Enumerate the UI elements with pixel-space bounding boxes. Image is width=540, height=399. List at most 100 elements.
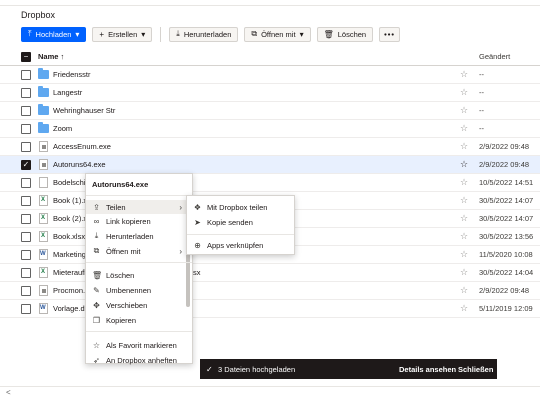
row-checkbox[interactable] bbox=[21, 177, 31, 188]
file-date: 30/5/2022 13:56 bbox=[479, 232, 534, 241]
file-icon bbox=[39, 177, 48, 188]
apps-icon: ⊕ bbox=[194, 240, 201, 250]
column-header-name[interactable]: Name ↑ bbox=[38, 52, 64, 61]
bottom-strip: < bbox=[0, 386, 540, 399]
file-date: 30/5/2022 14:07 bbox=[479, 196, 534, 205]
star-icon[interactable]: ☆ bbox=[460, 231, 468, 242]
star-icon[interactable]: ☆ bbox=[460, 159, 468, 170]
star-icon[interactable]: ☆ bbox=[460, 249, 468, 260]
file-name[interactable]: AccessEnum.exe bbox=[53, 142, 111, 151]
create-button[interactable]: + Erstellen ▾ bbox=[92, 26, 153, 42]
upload-icon: ⤒ bbox=[28, 29, 32, 38]
file-date: 2/9/2022 09:48 bbox=[479, 142, 530, 151]
file-name[interactable]: Friedensstr bbox=[53, 70, 91, 79]
star-icon[interactable]: ☆ bbox=[460, 177, 468, 188]
submenu-item-dropbox[interactable]: ❖ Mit Dropbox teilen bbox=[187, 200, 294, 214]
share-icon: ⇪ bbox=[93, 202, 100, 212]
row-checkbox[interactable] bbox=[21, 123, 31, 134]
file-name[interactable]: Autoruns64.exe bbox=[53, 160, 106, 169]
download-button[interactable]: ⤓ Herunterladen bbox=[169, 26, 239, 42]
delete-button[interactable]: 🗑 Löschen bbox=[316, 26, 374, 42]
row-checkbox[interactable] bbox=[21, 231, 31, 242]
table-row[interactable]: Bodelschi ☆ 10/5/2022 14:51 bbox=[0, 174, 540, 192]
row-checkbox[interactable] bbox=[21, 195, 31, 206]
star-icon[interactable]: ☆ bbox=[460, 105, 468, 116]
table-row[interactable]: Langestr ☆ -- bbox=[0, 84, 540, 102]
star-icon[interactable]: ☆ bbox=[460, 267, 468, 278]
column-header-changed[interactable]: Geändert bbox=[479, 52, 510, 61]
file-name[interactable]: Vorlage.do bbox=[53, 304, 89, 313]
file-name[interactable]: Zoom bbox=[53, 124, 72, 133]
upload-button[interactable]: ⤒ Hochladen ▾ bbox=[21, 26, 87, 42]
table-row[interactable]: ✓ Autoruns64.exe ☆ 2/9/2022 09:48 bbox=[0, 156, 540, 174]
trash-icon: 🗑 bbox=[92, 270, 103, 280]
select-all-checkbox[interactable]: − bbox=[21, 51, 31, 62]
more-actions-button[interactable]: ••• bbox=[379, 26, 400, 42]
file-name[interactable]: Marketing bbox=[53, 250, 86, 259]
row-checkbox[interactable] bbox=[21, 87, 31, 98]
folder-icon bbox=[38, 86, 49, 97]
open-external-icon: ⧉ bbox=[251, 29, 258, 38]
star-icon[interactable]: ☆ bbox=[460, 69, 468, 80]
file-name[interactable]: Langestr bbox=[53, 88, 82, 97]
close-toast-button[interactable]: Schließen bbox=[458, 365, 493, 374]
row-checkbox[interactable] bbox=[21, 303, 31, 314]
star-icon[interactable]: ☆ bbox=[460, 213, 468, 224]
row-checkbox[interactable] bbox=[21, 213, 31, 224]
table-row[interactable]: Procmon.e ☆ 2/9/2022 09:48 bbox=[0, 282, 540, 300]
menu-item-star[interactable]: ☆ Als Favorit markieren bbox=[86, 338, 186, 352]
file-date: 5/11/2019 12:09 bbox=[479, 304, 533, 313]
dropbox-icon: ❖ bbox=[193, 202, 202, 212]
row-checkbox[interactable] bbox=[21, 69, 31, 80]
pin-icon: ➶ bbox=[93, 355, 100, 365]
row-checkbox[interactable] bbox=[21, 285, 31, 296]
row-checkbox[interactable] bbox=[21, 267, 31, 278]
submenu-item-send[interactable]: ➤ Kopie senden bbox=[187, 215, 294, 229]
file-name[interactable]: Procmon.e bbox=[53, 286, 89, 295]
menu-item-rename[interactable]: ✎ Umbenennen bbox=[86, 283, 186, 297]
table-row[interactable]: Mieteraufl sx ☆ 30/5/2022 14:04 bbox=[0, 264, 540, 282]
star-icon[interactable]: ☆ bbox=[460, 285, 468, 296]
menu-item-share[interactable]: ⇪ Teilen › bbox=[86, 200, 186, 214]
check-icon: ✓ bbox=[206, 364, 213, 374]
star-icon[interactable]: ☆ bbox=[460, 141, 468, 152]
trash-icon: 🗑 bbox=[323, 29, 334, 39]
toast-message: 3 Dateien hochgeladen bbox=[218, 364, 296, 374]
copy-icon: ❐ bbox=[92, 315, 101, 325]
row-checkbox[interactable]: ✓ bbox=[21, 159, 31, 170]
menu-item-download[interactable]: ⤓ Herunterladen bbox=[86, 229, 186, 243]
menu-item-move[interactable]: ✥ Verschieben bbox=[86, 298, 186, 312]
submenu-item-apps[interactable]: ⊕ Apps verknüpfen bbox=[187, 238, 294, 252]
file-name[interactable]: Wehringhauser Str bbox=[53, 106, 115, 115]
file-name[interactable]: Book.xlsx bbox=[53, 232, 85, 241]
menu-item-label: Herunterladen bbox=[106, 231, 154, 241]
download-label: Herunterladen bbox=[183, 29, 232, 39]
menu-item-copy[interactable]: ❐ Kopieren bbox=[86, 313, 186, 327]
table-row[interactable]: Friedensstr ☆ -- bbox=[0, 66, 540, 84]
star-icon[interactable]: ☆ bbox=[460, 87, 468, 98]
file-name[interactable]: Mieteraufl bbox=[53, 268, 86, 277]
menu-item-link[interactable]: ∞ Link kopieren bbox=[86, 214, 186, 228]
table-row[interactable]: AccessEnum.exe ☆ 2/9/2022 09:48 bbox=[0, 138, 540, 156]
open-with-button[interactable]: ⧉ Öffnen mit ▾ bbox=[244, 26, 311, 42]
star-icon[interactable]: ☆ bbox=[460, 123, 468, 134]
file-name[interactable]: Book (1).xl bbox=[53, 196, 89, 205]
menu-item-pin[interactable]: ➶ An Dropbox anheften bbox=[86, 353, 186, 367]
folder-icon bbox=[38, 104, 49, 115]
menu-item-trash[interactable]: 🗑 Löschen bbox=[86, 268, 186, 282]
star-icon[interactable]: ☆ bbox=[460, 195, 468, 206]
file-name[interactable]: Book (2).xl bbox=[53, 214, 89, 223]
row-checkbox[interactable] bbox=[21, 141, 31, 152]
chevron-down-icon: ▾ bbox=[141, 29, 146, 39]
details-link[interactable]: Details ansehen bbox=[399, 365, 456, 374]
menu-item-open-with[interactable]: ⧉ Öffnen mit › bbox=[86, 244, 186, 258]
row-checkbox[interactable] bbox=[21, 105, 31, 116]
file-name[interactable]: Bodelschi bbox=[53, 178, 86, 187]
row-checkbox[interactable] bbox=[21, 249, 31, 260]
table-row[interactable]: Zoom ☆ -- bbox=[0, 120, 540, 138]
table-row[interactable]: Vorlage.do ☆ 5/11/2019 12:09 bbox=[0, 300, 540, 318]
rename-icon: ✎ bbox=[93, 285, 100, 295]
star-icon[interactable]: ☆ bbox=[460, 303, 468, 314]
share-submenu: ❖ Mit Dropbox teilen ➤ Kopie senden ⊕ Apps ve… bbox=[186, 195, 295, 255]
table-row[interactable]: Wehringhauser Str ☆ -- bbox=[0, 102, 540, 120]
